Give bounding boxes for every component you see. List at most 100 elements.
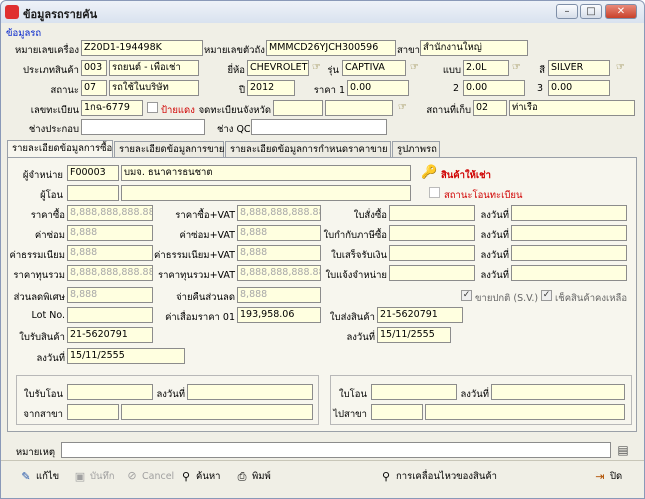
edit-icon: ✎ <box>21 469 31 483</box>
receipt-field[interactable] <box>389 245 475 261</box>
transfer-out-label: ใบโอน <box>339 389 367 400</box>
buy-vat-field[interactable]: 8,888,888,888.88 <box>237 205 321 221</box>
edit-label: แก้ไข <box>36 471 60 482</box>
product-type-code[interactable]: 003 <box>81 60 107 76</box>
transfer-in-field[interactable] <box>67 384 153 400</box>
movement-label: การเคลื่อนไหวของสินค้า <box>396 471 498 482</box>
search-button[interactable]: ⚲ ค้นหา <box>179 469 220 484</box>
price1-label: ราคา 1 <box>313 85 345 96</box>
repair-field[interactable]: 8,888 <box>67 225 153 241</box>
to-branch-code[interactable] <box>371 404 423 420</box>
goods-receipt-field[interactable]: 21-5620791 <box>67 327 153 343</box>
delivery-date-label: ลงวันที่ <box>346 332 375 343</box>
total-cost-field[interactable]: 8,888,888,888.88 <box>67 265 153 281</box>
chassis-field[interactable]: Z20D1-194498K <box>81 40 203 56</box>
debit-note-field[interactable] <box>389 265 475 281</box>
province-picker-icon[interactable]: ☞ <box>398 102 410 114</box>
location-code[interactable]: 02 <box>473 100 507 116</box>
province-name <box>325 100 393 116</box>
brand-picker-icon[interactable]: ☞ <box>312 62 324 74</box>
transfer-out-date-field[interactable] <box>491 384 625 400</box>
branch-label: สาขา <box>397 45 420 56</box>
model-field[interactable]: CAPTIVA <box>342 60 406 76</box>
variant-field[interactable]: 2.0L <box>463 60 509 76</box>
model-label: รุ่น <box>327 65 339 76</box>
model-picker-icon[interactable]: ☞ <box>410 62 422 74</box>
fee-field[interactable]: 8,888 <box>67 245 153 261</box>
location-name: ท่าเรือ <box>509 100 635 116</box>
chassis-label: หมายเลขเครื่อง <box>14 45 79 56</box>
delivery-note-field[interactable]: 21-5620791 <box>377 307 463 323</box>
rental-badge: สินค้าให้เช่า <box>441 170 491 181</box>
gr-date-field[interactable]: 15/11/2555 <box>67 348 185 364</box>
exit-icon: ⇥ <box>595 469 605 483</box>
from-branch-code[interactable] <box>67 404 119 420</box>
notes-icon[interactable]: ▤ <box>615 442 631 458</box>
qc-label: ช่าง QC <box>217 124 251 135</box>
buy-price-field[interactable]: 8,888,888,888.88 <box>67 205 153 221</box>
color-field[interactable]: SILVER <box>548 60 610 76</box>
minimize-button[interactable]: – <box>556 4 578 19</box>
print-label: พิมพ์ <box>252 471 271 482</box>
lot-field[interactable] <box>67 307 153 323</box>
transfer-in-date-label: ลงวันที่ <box>156 389 185 400</box>
red-plate-checkbox[interactable] <box>147 102 158 113</box>
toolbar-separator <box>1 460 644 461</box>
transfer-out-field[interactable] <box>371 384 457 400</box>
tax-invoice-field[interactable] <box>389 225 475 241</box>
print-button[interactable]: ⎙ พิมพ์ <box>235 469 271 484</box>
tab-sales[interactable]: รายละเอียดข้อมูลการขาย <box>114 141 224 158</box>
transferor-code[interactable] <box>67 185 119 201</box>
price1-field[interactable]: 0.00 <box>347 80 409 96</box>
tab-pricing[interactable]: รายละเอียดข้อมูลการกำหนดราคาขาย <box>225 141 391 158</box>
vendor-label: ผู้จำหน่าย <box>22 170 63 181</box>
qc-field[interactable] <box>251 119 387 135</box>
discount-field[interactable]: 8,888 <box>67 287 153 303</box>
delivery-date-field[interactable]: 15/11/2555 <box>377 327 451 343</box>
brand-field[interactable]: CHEVROLET <box>247 60 309 76</box>
transfer-status-label: สถานะโอนทะเบียน <box>444 190 523 201</box>
cancel-label: Cancel <box>142 470 175 482</box>
plate-field[interactable]: 1กฉ-6779 <box>81 100 143 116</box>
year-field[interactable]: 2012 <box>247 80 295 96</box>
cancel-button[interactable]: ⊘ Cancel <box>125 469 174 483</box>
color-picker-icon[interactable]: ☞ <box>616 62 628 74</box>
transfer-in-date-field[interactable] <box>187 384 313 400</box>
vendor-code[interactable]: F00003 <box>67 165 119 181</box>
province-code[interactable] <box>273 100 323 116</box>
variant-picker-icon[interactable]: ☞ <box>512 62 524 74</box>
discount-label: ส่วนลดพิเศษ <box>13 292 65 303</box>
transfer-status-checkbox[interactable] <box>429 187 440 198</box>
app-icon <box>5 5 19 19</box>
price2-field[interactable]: 0.00 <box>463 80 525 96</box>
pay-discount-field[interactable]: 8,888 <box>237 287 321 303</box>
body-number-field[interactable]: MMMCD26YJCH300596 <box>266 40 396 56</box>
from-branch-label: จากสาขา <box>23 409 63 420</box>
close-window-button[interactable]: ✕ <box>605 4 637 19</box>
movement-button[interactable]: ⚲ การเคลื่อนไหวของสินค้า <box>379 469 497 484</box>
fee-vat-field[interactable]: 8,888 <box>237 245 321 261</box>
po-date-field[interactable] <box>511 205 627 221</box>
status-code[interactable]: 07 <box>81 80 107 96</box>
main-window: ข้อมูลรถรายคัน – □ ✕ ข้อมูลรถ หมายเลขเคร… <box>0 0 645 499</box>
total-cost-vat-field[interactable]: 8,888,888,888.88 <box>237 265 321 281</box>
stock-check-checkbox[interactable]: ✓ <box>541 290 552 301</box>
save-button[interactable]: ▣ บันทึก <box>73 469 115 484</box>
price3-field[interactable]: 0.00 <box>548 80 610 96</box>
branch-field[interactable]: สำนักงานใหญ่ <box>420 40 528 56</box>
exit-button[interactable]: ⇥ ปิด <box>593 469 622 484</box>
window-title: ข้อมูลรถรายคัน <box>23 8 98 21</box>
edit-button[interactable]: ✎ แก้ไข <box>19 469 59 484</box>
maximize-button[interactable]: □ <box>580 4 602 19</box>
receipt-date-field[interactable] <box>511 245 627 261</box>
sv-checkbox[interactable]: ✓ <box>461 290 472 301</box>
repair-vat-field[interactable]: 8,888 <box>237 225 321 241</box>
tab-photos[interactable]: รูปภาพรถ <box>392 141 440 158</box>
remark-field[interactable] <box>61 442 611 458</box>
assembler-field[interactable] <box>81 119 205 135</box>
sv-label: ขายปกติ (S.V.) <box>475 293 539 304</box>
debit-date-field[interactable] <box>511 265 627 281</box>
po-field[interactable] <box>389 205 475 221</box>
depreciation-field[interactable]: 193,958.06 <box>237 307 321 323</box>
tax-invoice-date-field[interactable] <box>511 225 627 241</box>
